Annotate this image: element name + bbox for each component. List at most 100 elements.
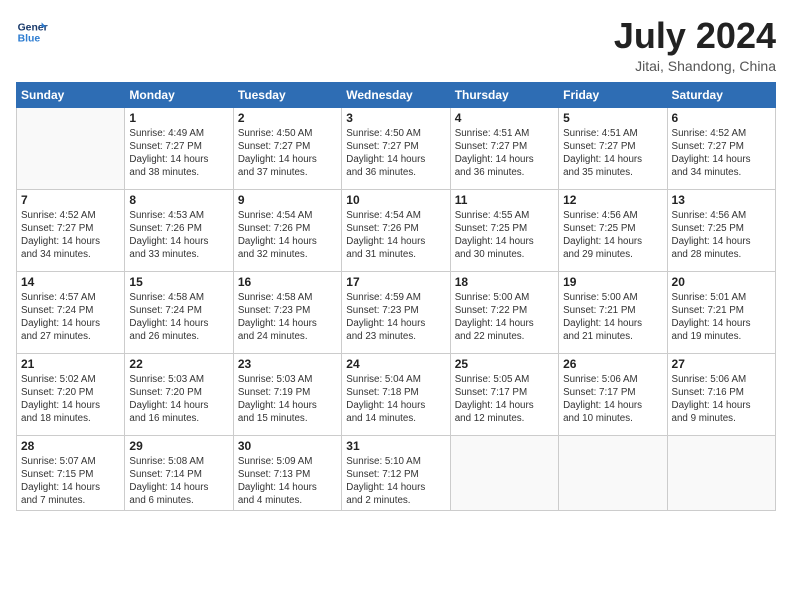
- calendar-cell: 14 Sunrise: 4:57 AMSunset: 7:24 PMDayligh…: [17, 271, 125, 353]
- week-row-2: 7 Sunrise: 4:52 AMSunset: 7:27 PMDaylight…: [17, 189, 776, 271]
- calendar-cell: 5Sunrise: 4:51 AMSunset: 7:27 PMDaylight…: [559, 107, 667, 189]
- day-number: 18: [455, 275, 554, 289]
- cell-info: Sunrise: 4:59 AMSunset: 7:23 PMDaylight:…: [346, 291, 445, 344]
- calendar-cell: 26 Sunrise: 5:06 AMSunset: 7:17 PMDayligh…: [559, 353, 667, 435]
- calendar-cell: 24 Sunrise: 5:04 AMSunset: 7:18 PMDayligh…: [342, 353, 450, 435]
- day-number: 17: [346, 275, 445, 289]
- calendar-cell: 31 Sunrise: 5:10 AMSunset: 7:12 PMDayligh…: [342, 435, 450, 511]
- cell-info: Sunrise: 4:52 AMSunset: 7:27 PMDaylight:…: [672, 127, 771, 180]
- weekday-header-monday: Monday: [125, 82, 233, 107]
- cell-info: Sunrise: 4:51 AMSunset: 7:27 PMDaylight:…: [563, 127, 662, 180]
- cell-info: Sunrise: 5:00 AMSunset: 7:21 PMDaylight:…: [563, 291, 662, 344]
- day-number: 24: [346, 357, 445, 371]
- calendar-cell: 25 Sunrise: 5:05 AMSunset: 7:17 PMDayligh…: [450, 353, 558, 435]
- day-number: 7: [21, 193, 120, 207]
- day-number: 31: [346, 439, 445, 453]
- logo: General Blue: [16, 16, 48, 48]
- week-row-1: 1 Sunrise: 4:49 AMSunset: 7:27 PMDaylight…: [17, 107, 776, 189]
- cell-info: Sunrise: 4:53 AMSunset: 7:26 PMDaylight:…: [129, 209, 228, 262]
- cell-info: Sunrise: 4:58 AMSunset: 7:24 PMDaylight:…: [129, 291, 228, 344]
- day-number: 15: [129, 275, 228, 289]
- header: General Blue July 2024 Jitai, Shandong, …: [16, 16, 776, 74]
- cell-info: Sunrise: 5:09 AMSunset: 7:13 PMDaylight:…: [238, 455, 337, 508]
- calendar-cell: 2 Sunrise: 4:50 AMSunset: 7:27 PMDaylight…: [233, 107, 341, 189]
- calendar-cell: 29 Sunrise: 5:08 AMSunset: 7:14 PMDayligh…: [125, 435, 233, 511]
- day-number: 14: [21, 275, 120, 289]
- day-number: 19: [563, 275, 662, 289]
- calendar-cell: [667, 435, 775, 511]
- cell-info: Sunrise: 5:07 AMSunset: 7:15 PMDaylight:…: [21, 455, 120, 508]
- weekday-header-wednesday: Wednesday: [342, 82, 450, 107]
- day-number: 26: [563, 357, 662, 371]
- cell-info: Sunrise: 4:54 AMSunset: 7:26 PMDaylight:…: [238, 209, 337, 262]
- cell-info: Sunrise: 5:04 AMSunset: 7:18 PMDaylight:…: [346, 373, 445, 426]
- title-block: July 2024 Jitai, Shandong, China: [614, 16, 776, 74]
- svg-text:Blue: Blue: [18, 34, 41, 45]
- calendar-cell: 9 Sunrise: 4:54 AMSunset: 7:26 PMDaylight…: [233, 189, 341, 271]
- calendar-table: SundayMondayTuesdayWednesdayThursdayFrid…: [16, 82, 776, 512]
- cell-info: Sunrise: 4:55 AMSunset: 7:25 PMDaylight:…: [455, 209, 554, 262]
- cell-info: Sunrise: 4:52 AMSunset: 7:27 PMDaylight:…: [21, 209, 120, 262]
- calendar-cell: 8 Sunrise: 4:53 AMSunset: 7:26 PMDaylight…: [125, 189, 233, 271]
- day-number: 21: [21, 357, 120, 371]
- calendar-cell: 21 Sunrise: 5:02 AMSunset: 7:20 PMDayligh…: [17, 353, 125, 435]
- day-number: 29: [129, 439, 228, 453]
- day-number: 8: [129, 193, 228, 207]
- cell-info: Sunrise: 4:54 AMSunset: 7:26 PMDaylight:…: [346, 209, 445, 262]
- cell-info: Sunrise: 4:56 AMSunset: 7:25 PMDaylight:…: [672, 209, 771, 262]
- day-number: 16: [238, 275, 337, 289]
- calendar-cell: 10 Sunrise: 4:54 AMSunset: 7:26 PMDayligh…: [342, 189, 450, 271]
- cell-info: Sunrise: 5:00 AMSunset: 7:22 PMDaylight:…: [455, 291, 554, 344]
- day-number: 22: [129, 357, 228, 371]
- cell-info: Sunrise: 5:05 AMSunset: 7:17 PMDaylight:…: [455, 373, 554, 426]
- calendar-cell: [559, 435, 667, 511]
- day-number: 13: [672, 193, 771, 207]
- day-number: 9: [238, 193, 337, 207]
- day-number: 3: [346, 111, 445, 125]
- weekday-header-friday: Friday: [559, 82, 667, 107]
- month-title: July 2024: [614, 16, 776, 56]
- cell-info: Sunrise: 4:50 AMSunset: 7:27 PMDaylight:…: [238, 127, 337, 180]
- logo-icon: General Blue: [16, 16, 48, 48]
- cell-info: Sunrise: 5:03 AMSunset: 7:20 PMDaylight:…: [129, 373, 228, 426]
- weekday-header-row: SundayMondayTuesdayWednesdayThursdayFrid…: [17, 82, 776, 107]
- weekday-header-tuesday: Tuesday: [233, 82, 341, 107]
- day-number: 10: [346, 193, 445, 207]
- calendar-cell: [17, 107, 125, 189]
- svg-text:General: General: [18, 22, 48, 33]
- cell-info: Sunrise: 5:01 AMSunset: 7:21 PMDaylight:…: [672, 291, 771, 344]
- calendar-cell: 18 Sunrise: 5:00 AMSunset: 7:22 PMDayligh…: [450, 271, 558, 353]
- calendar-cell: [450, 435, 558, 511]
- week-row-5: 28 Sunrise: 5:07 AMSunset: 7:15 PMDayligh…: [17, 435, 776, 511]
- calendar-cell: 19 Sunrise: 5:00 AMSunset: 7:21 PMDayligh…: [559, 271, 667, 353]
- cell-info: Sunrise: 4:49 AMSunset: 7:27 PMDaylight:…: [129, 127, 228, 180]
- week-row-3: 14 Sunrise: 4:57 AMSunset: 7:24 PMDayligh…: [17, 271, 776, 353]
- location: Jitai, Shandong, China: [614, 58, 776, 74]
- cell-info: Sunrise: 4:50 AMSunset: 7:27 PMDaylight:…: [346, 127, 445, 180]
- day-number: 25: [455, 357, 554, 371]
- cell-info: Sunrise: 4:57 AMSunset: 7:24 PMDaylight:…: [21, 291, 120, 344]
- day-number: 2: [238, 111, 337, 125]
- calendar-cell: 22 Sunrise: 5:03 AMSunset: 7:20 PMDayligh…: [125, 353, 233, 435]
- cell-info: Sunrise: 5:02 AMSunset: 7:20 PMDaylight:…: [21, 373, 120, 426]
- day-number: 30: [238, 439, 337, 453]
- calendar-cell: 4Sunrise: 4:51 AMSunset: 7:27 PMDaylight…: [450, 107, 558, 189]
- day-number: 1: [129, 111, 228, 125]
- calendar-cell: 16 Sunrise: 4:58 AMSunset: 7:23 PMDayligh…: [233, 271, 341, 353]
- page-container: General Blue July 2024 Jitai, Shandong, …: [0, 0, 792, 612]
- cell-info: Sunrise: 5:06 AMSunset: 7:17 PMDaylight:…: [563, 373, 662, 426]
- calendar-cell: 23Sunrise: 5:03 AMSunset: 7:19 PMDayligh…: [233, 353, 341, 435]
- cell-info: Sunrise: 5:10 AMSunset: 7:12 PMDaylight:…: [346, 455, 445, 508]
- cell-info: Sunrise: 5:06 AMSunset: 7:16 PMDaylight:…: [672, 373, 771, 426]
- weekday-header-thursday: Thursday: [450, 82, 558, 107]
- cell-info: Sunrise: 5:03 AMSunset: 7:19 PMDaylight:…: [238, 373, 337, 426]
- day-number: 28: [21, 439, 120, 453]
- calendar-cell: 11 Sunrise: 4:55 AMSunset: 7:25 PMDayligh…: [450, 189, 558, 271]
- weekday-header-saturday: Saturday: [667, 82, 775, 107]
- day-number: 11: [455, 193, 554, 207]
- cell-info: Sunrise: 5:08 AMSunset: 7:14 PMDaylight:…: [129, 455, 228, 508]
- calendar-cell: 13 Sunrise: 4:56 AMSunset: 7:25 PMDayligh…: [667, 189, 775, 271]
- day-number: 6: [672, 111, 771, 125]
- week-row-4: 21 Sunrise: 5:02 AMSunset: 7:20 PMDayligh…: [17, 353, 776, 435]
- cell-info: Sunrise: 4:58 AMSunset: 7:23 PMDaylight:…: [238, 291, 337, 344]
